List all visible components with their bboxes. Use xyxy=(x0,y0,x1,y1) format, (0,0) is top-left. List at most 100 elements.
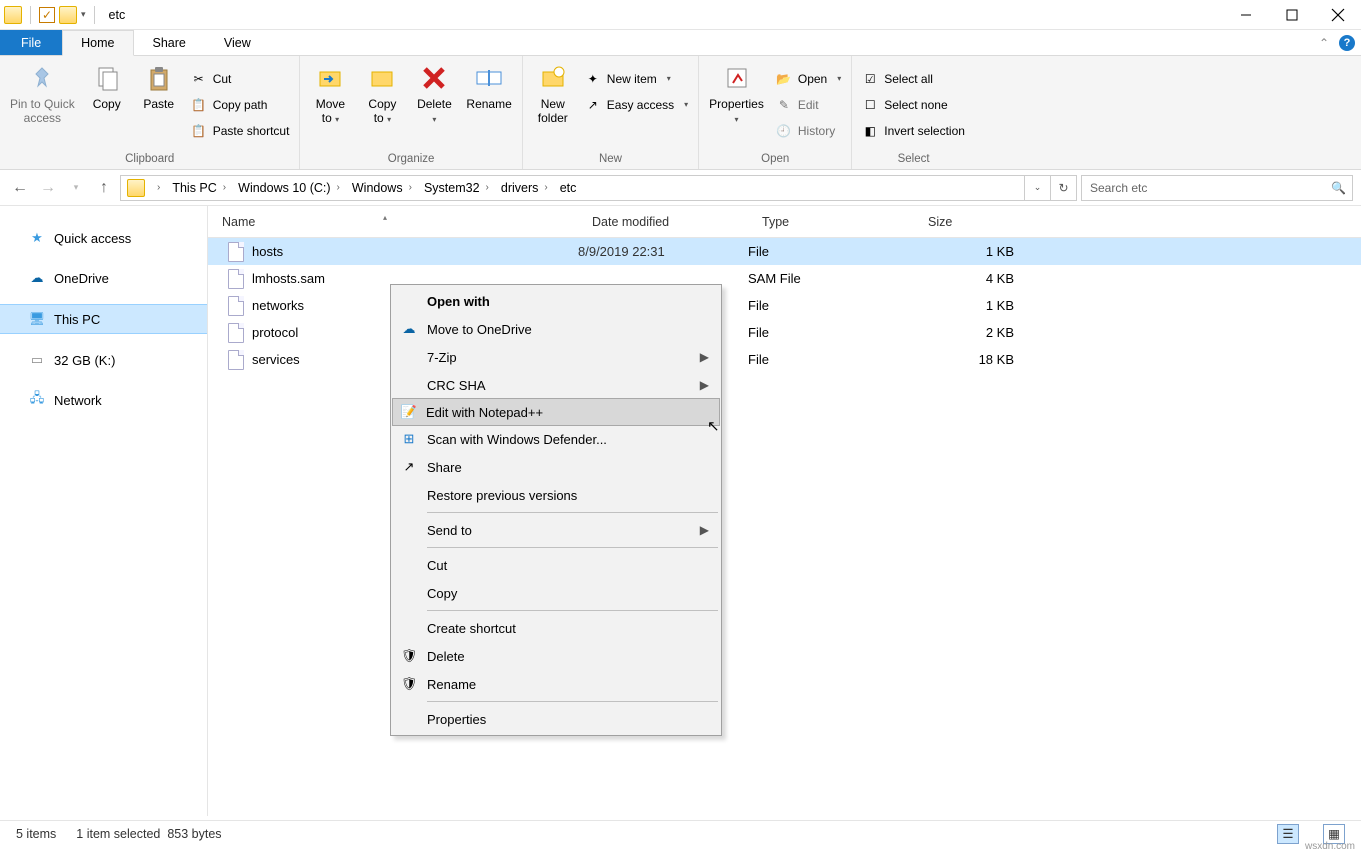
pin-quick-access-button[interactable]: Pin to Quick access xyxy=(4,58,81,151)
minimize-ribbon-icon[interactable]: ⌃ xyxy=(1319,36,1329,50)
ctx-properties[interactable]: Properties xyxy=(393,705,719,733)
paste-button[interactable]: Paste xyxy=(133,58,185,151)
new-folder-button[interactable]: New folder xyxy=(527,58,579,151)
file-row[interactable]: protocol File 2 KB xyxy=(208,319,1361,346)
edit-icon: ✎ xyxy=(776,97,792,113)
folder-icon xyxy=(4,6,22,24)
col-date[interactable]: Date modified xyxy=(578,215,748,229)
recent-button[interactable]: ▾ xyxy=(64,176,88,200)
watermark: wsxdn.com xyxy=(1305,841,1355,852)
invert-selection-icon: ◧ xyxy=(862,123,878,139)
tab-home[interactable]: Home xyxy=(62,30,133,56)
edit-button[interactable]: ✎Edit xyxy=(776,94,841,116)
delete-button[interactable]: Delete▾ xyxy=(408,58,460,151)
file-icon xyxy=(228,323,244,343)
move-to-button[interactable]: Move to ▾ xyxy=(304,58,356,151)
sidebar-item-quick-access[interactable]: ★Quick access xyxy=(0,224,207,252)
ctx-rename[interactable]: 🛡Rename xyxy=(393,670,719,698)
crumb-etc[interactable]: etc xyxy=(556,176,581,200)
share-icon: ↗ xyxy=(400,458,418,476)
group-label: Open xyxy=(703,151,847,169)
tab-file[interactable]: File xyxy=(0,30,62,55)
cut-icon: ✂ xyxy=(191,71,207,87)
ctx-7zip[interactable]: 7-Zip▶ xyxy=(393,343,719,371)
crumb-this-pc[interactable]: This PC› xyxy=(168,176,234,200)
file-row[interactable]: services File 18 KB xyxy=(208,346,1361,373)
file-list[interactable]: Name▴ Date modified Type Size hosts 8/9/… xyxy=(208,206,1361,816)
col-size[interactable]: Size xyxy=(914,215,1022,229)
navigation-pane: ★Quick access ☁OneDrive 🖥This PC ▭32 GB … xyxy=(0,206,208,816)
crumb-system32[interactable]: System32› xyxy=(420,176,497,200)
group-organize: Move to ▾ Copy to ▾ Delete▾ Rename Organ… xyxy=(300,56,522,169)
group-open: Properties▾ 📂Open ▾ ✎Edit 🕘History Open xyxy=(699,56,852,169)
select-all-icon: ☑ xyxy=(862,71,878,87)
drive-icon: ▭ xyxy=(28,351,46,369)
folder-icon[interactable] xyxy=(59,6,77,24)
col-name[interactable]: Name▴ xyxy=(208,215,578,229)
crumb-c-drive[interactable]: Windows 10 (C:)› xyxy=(234,176,348,200)
ctx-copy[interactable]: Copy xyxy=(393,579,719,607)
ctx-move-onedrive[interactable]: ☁Move to OneDrive xyxy=(393,315,719,343)
file-row[interactable]: lmhosts.sam SAM File 4 KB xyxy=(208,265,1361,292)
ctx-delete[interactable]: 🛡Delete xyxy=(393,642,719,670)
copy-path-icon: 📋 xyxy=(191,97,207,113)
easy-access-button[interactable]: ↗Easy access ▾ xyxy=(585,94,688,116)
group-label: Select xyxy=(856,151,971,169)
open-button[interactable]: 📂Open ▾ xyxy=(776,68,841,90)
copy-path-button[interactable]: 📋Copy path xyxy=(191,94,290,116)
invert-selection-button[interactable]: ◧Invert selection xyxy=(862,120,965,142)
properties-button[interactable]: Properties▾ xyxy=(703,58,770,151)
select-all-button[interactable]: ☑Select all xyxy=(862,68,965,90)
ctx-edit-notepad[interactable]: 📝Edit with Notepad++ xyxy=(392,398,720,426)
address-dropdown-button[interactable]: ⌄ xyxy=(1024,176,1050,200)
refresh-button[interactable]: ↻ xyxy=(1050,176,1076,200)
history-button[interactable]: 🕘History xyxy=(776,120,841,142)
details-view-button[interactable]: ☰ xyxy=(1277,824,1299,844)
sidebar-item-network[interactable]: 🖧Network xyxy=(0,386,207,414)
file-icon xyxy=(228,269,244,289)
file-icon xyxy=(228,296,244,316)
ctx-crc-sha[interactable]: CRC SHA▶ xyxy=(393,371,719,399)
search-input[interactable]: Search etc 🔍 xyxy=(1081,175,1353,201)
file-row[interactable]: networks File 1 KB xyxy=(208,292,1361,319)
file-row[interactable]: hosts 8/9/2019 22:31 File 1 KB xyxy=(208,238,1361,265)
address-bar[interactable]: › This PC› Windows 10 (C:)› Windows› Sys… xyxy=(120,175,1077,201)
maximize-button[interactable] xyxy=(1269,0,1315,30)
copy-to-button[interactable]: Copy to ▾ xyxy=(356,58,408,151)
ctx-open-with[interactable]: Open with xyxy=(393,287,719,315)
cut-button[interactable]: ✂Cut xyxy=(191,68,290,90)
cloud-icon: ☁ xyxy=(28,269,46,287)
column-headers[interactable]: Name▴ Date modified Type Size xyxy=(208,206,1361,238)
crumb-drivers[interactable]: drivers› xyxy=(497,176,556,200)
ctx-cut[interactable]: Cut xyxy=(393,551,719,579)
forward-button[interactable]: → xyxy=(36,176,60,200)
new-item-button[interactable]: ✦New item ▾ xyxy=(585,68,688,90)
ctx-defender[interactable]: ⊞Scan with Windows Defender... xyxy=(393,425,719,453)
col-type[interactable]: Type xyxy=(748,215,914,229)
sidebar-item-drive[interactable]: ▭32 GB (K:) xyxy=(0,346,207,374)
sidebar-item-onedrive[interactable]: ☁OneDrive xyxy=(0,264,207,292)
ctx-share[interactable]: ↗Share xyxy=(393,453,719,481)
back-button[interactable]: ← xyxy=(8,176,32,200)
help-icon[interactable]: ? xyxy=(1339,35,1355,51)
ctx-send-to[interactable]: Send to▶ xyxy=(393,516,719,544)
copy-button[interactable]: Copy xyxy=(81,58,133,151)
ctx-restore[interactable]: Restore previous versions xyxy=(393,481,719,509)
sidebar-item-this-pc[interactable]: 🖥This PC xyxy=(0,304,207,334)
pc-icon: 🖥 xyxy=(28,310,46,328)
ctx-create-shortcut[interactable]: Create shortcut xyxy=(393,614,719,642)
shield-icon: 🛡 xyxy=(400,647,418,665)
pin-icon xyxy=(26,62,58,94)
close-button[interactable] xyxy=(1315,0,1361,30)
shield-icon: 🛡 xyxy=(400,675,418,693)
ribbon: Pin to Quick access Copy Paste ✂Cut 📋Cop… xyxy=(0,56,1361,170)
minimize-button[interactable] xyxy=(1223,0,1269,30)
crumb-windows[interactable]: Windows› xyxy=(348,176,420,200)
tab-view[interactable]: View xyxy=(205,30,270,55)
paste-shortcut-button[interactable]: 📋Paste shortcut xyxy=(191,120,290,142)
qat-checkbox-icon[interactable]: ✓ xyxy=(39,7,55,23)
up-button[interactable]: ↑ xyxy=(92,176,116,200)
tab-share[interactable]: Share xyxy=(134,30,205,55)
rename-button[interactable]: Rename xyxy=(460,58,517,151)
select-none-button[interactable]: ☐Select none xyxy=(862,94,965,116)
